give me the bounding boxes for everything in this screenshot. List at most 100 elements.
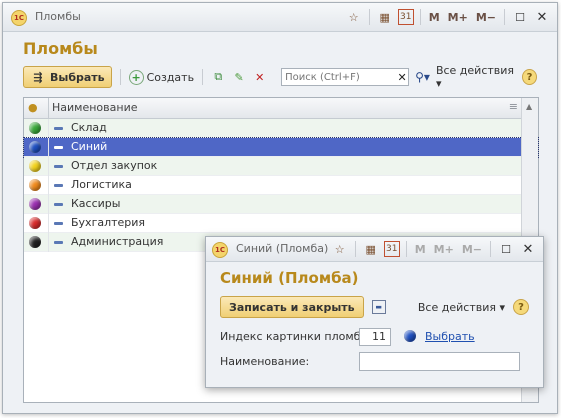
row-name: Склад [71, 121, 107, 134]
separator [490, 241, 491, 257]
row-name: Бухгалтерия [71, 216, 146, 229]
element-dash-icon [54, 146, 63, 149]
memory-m-plus-button[interactable]: M+ [446, 8, 470, 26]
row-name: Кассиры [71, 197, 121, 210]
table-body: Склад Синий Отдел закупок Логистика Кассиры Б… [23, 119, 539, 252]
seal-ball-icon [29, 198, 41, 210]
separator [419, 9, 421, 25]
create-button[interactable]: + Создать [128, 69, 195, 85]
memory-m-plus-button[interactable]: M+ [432, 240, 456, 258]
delete-mark-icon[interactable]: ✕ [252, 69, 267, 85]
main-title-toolbar: ☆ ▦ 31 M M+ M− ☐ ✕ [345, 8, 551, 26]
search-input[interactable] [282, 70, 397, 84]
element-dash-icon [54, 165, 63, 168]
element-dash-icon [54, 127, 63, 130]
table-row[interactable]: Бухгалтерия [24, 214, 538, 233]
column-separator [48, 233, 49, 252]
calculator-icon[interactable]: ▦ [362, 240, 380, 258]
copy-icon[interactable]: ⧉ [211, 69, 226, 85]
app-logo-icon: 1С [11, 10, 27, 26]
element-dash-icon [54, 184, 63, 187]
popup-toolbar: Записать и закрыть ▬ Все действия ▾ ? [220, 295, 529, 319]
main-titlebar[interactable]: 1С Пломбы ☆ ▦ 31 M M+ M− ☐ ✕ [3, 3, 557, 32]
popup-page-title: Синий (Пломба) [220, 269, 359, 287]
table-row[interactable]: Отдел закупок [24, 157, 538, 176]
popup-title-toolbar: ☆ ▦ 31 M M+ M− ☐ ✕ [331, 240, 537, 258]
memory-m-button[interactable]: M [413, 240, 428, 258]
memory-m-button[interactable]: M [427, 8, 442, 26]
maximize-icon[interactable]: ☐ [511, 8, 529, 26]
column-separator [48, 195, 49, 214]
save-and-close-button[interactable]: Записать и закрыть [220, 296, 364, 318]
search-box[interactable]: ✕ [281, 68, 410, 86]
calendar-icon[interactable]: 31 [397, 9, 414, 25]
seal-ball-icon [29, 217, 41, 229]
edit-pencil-icon[interactable]: ✎ [232, 69, 247, 85]
row-name: Синий [71, 140, 108, 153]
column-separator [48, 157, 49, 176]
save-disk-icon[interactable]: ▬ [371, 300, 386, 314]
main-toolbar: ⇶ Выбрать + Создать ⧉ ✎ ✕ ✕ ⚲▾ Все дейст… [23, 64, 537, 90]
all-actions-menu[interactable]: Все действия ▾ [418, 301, 505, 314]
table-row[interactable]: Склад [24, 119, 538, 138]
element-dash-icon [54, 222, 63, 225]
choose-picture-link[interactable]: Выбрать [425, 330, 475, 343]
separator [368, 9, 370, 25]
picture-index-label: Индекс картинки пломбы: [220, 330, 373, 343]
calculator-icon[interactable]: ▦ [376, 8, 394, 26]
name-field[interactable] [359, 352, 520, 371]
calendar-icon[interactable]: 31 [383, 241, 400, 257]
popup-window: 1С Синий (Пломба) ☆ ▦ 31 M M+ M− ☐ ✕ Син… [205, 236, 544, 388]
help-icon[interactable]: ? [513, 299, 529, 315]
filter-icon[interactable]: ≡ [509, 100, 518, 113]
all-actions-menu[interactable]: Все действия ▾ [436, 64, 516, 90]
picture-index-field[interactable]: 11 [359, 328, 391, 346]
create-button-label: Создать [146, 70, 195, 84]
choose-icon: ⇶ [33, 70, 43, 84]
popup-titlebar[interactable]: 1С Синий (Пломба) ☆ ▦ 31 M M+ M− ☐ ✕ [206, 237, 543, 262]
column-separator [48, 119, 49, 138]
memory-m-minus-button[interactable]: M− [460, 240, 484, 258]
search-icon[interactable]: ⚲▾ [415, 69, 430, 85]
separator [405, 241, 407, 257]
page-title: Пломбы [23, 39, 98, 58]
memory-m-minus-button[interactable]: M− [474, 8, 498, 26]
separator [504, 9, 505, 25]
popup-window-title: Синий (Пломба) [236, 242, 329, 255]
favorite-star-icon[interactable]: ☆ [331, 240, 349, 258]
choose-button-label: Выбрать [50, 70, 105, 84]
column-separator [48, 176, 49, 195]
column-separator [48, 98, 49, 118]
separator [119, 69, 121, 85]
element-dash-icon [54, 241, 63, 244]
seal-ball-icon [29, 179, 41, 191]
table-row[interactable]: Логистика [24, 176, 538, 195]
row-name: Отдел закупок [71, 159, 158, 172]
plus-circle-icon: + [128, 69, 144, 85]
table-header: ● Наименование ≡ [24, 98, 538, 119]
name-label: Наименование: [220, 355, 310, 368]
seal-ball-icon [29, 236, 41, 248]
column-header-name[interactable]: Наименование [52, 101, 137, 114]
choose-button[interactable]: ⇶ Выбрать [23, 66, 112, 88]
separator [354, 241, 356, 257]
row-name: Администрация [71, 235, 164, 248]
clear-search-icon[interactable]: ✕ [396, 71, 408, 84]
main-window-title: Пломбы [35, 10, 81, 23]
column-separator [48, 138, 49, 157]
seal-ball-icon [29, 122, 41, 134]
maximize-icon[interactable]: ☐ [497, 240, 515, 258]
close-icon[interactable]: ✕ [519, 240, 537, 258]
row-name: Логистика [71, 178, 132, 191]
app-logo-icon: 1С [212, 242, 228, 258]
help-icon[interactable]: ? [522, 69, 537, 85]
table-row[interactable]: Синий [23, 137, 539, 158]
column-separator [48, 214, 49, 233]
element-dash-icon [54, 203, 63, 206]
table-row[interactable]: Кассиры [24, 195, 538, 214]
favorite-star-icon[interactable]: ☆ [345, 8, 363, 26]
seal-ball-icon [29, 160, 41, 172]
scroll-up-icon[interactable]: ▲ [526, 102, 532, 111]
picture-column-icon[interactable]: ● [28, 101, 42, 115]
close-icon[interactable]: ✕ [533, 8, 551, 26]
